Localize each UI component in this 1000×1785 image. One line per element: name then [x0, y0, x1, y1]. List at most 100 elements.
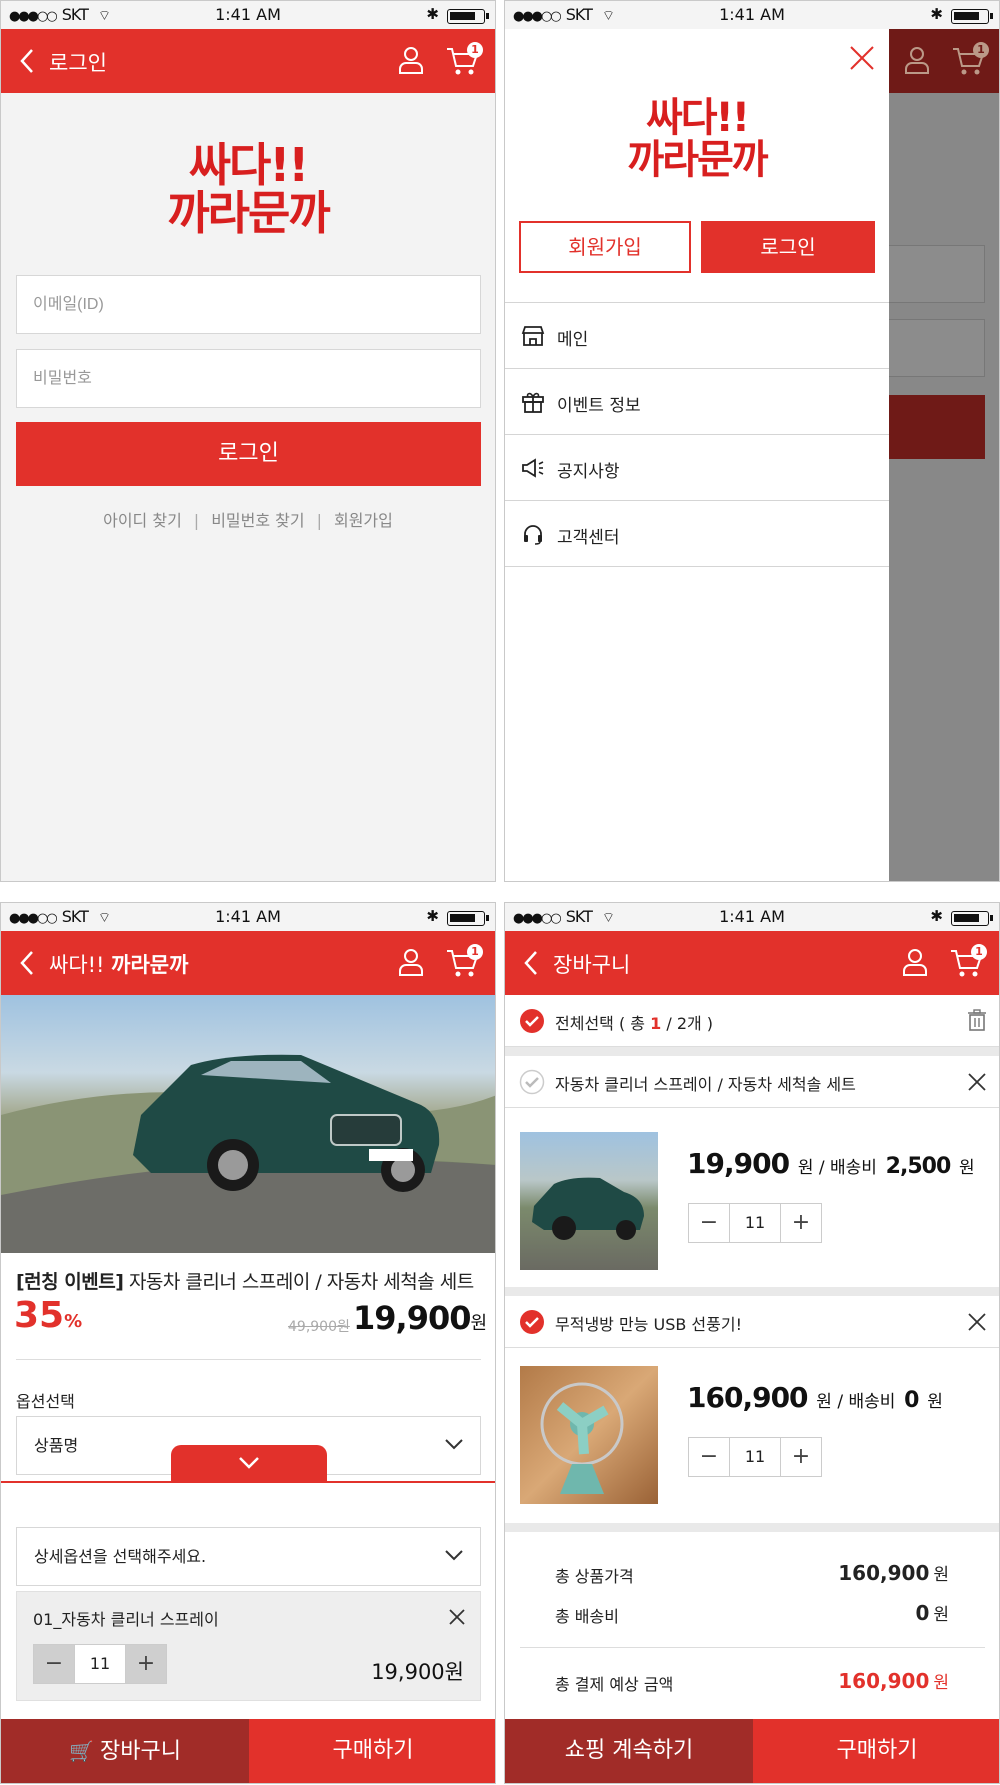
- discount-value: 35: [14, 1295, 65, 1336]
- quantity-value[interactable]: 11: [74, 1645, 126, 1683]
- checked-circle-icon[interactable]: [519, 1309, 545, 1335]
- menu-item-events[interactable]: 이벤트 정보: [505, 369, 889, 435]
- product-title: 자동차 클리너 스프레이 / 자동차 세척솔 세트: [128, 1271, 474, 1293]
- status-bar: ●●●○○ SKT ⌔ 1:41 AM ✱: [1, 1, 495, 29]
- bottom-action-bar: 🛒 장바구니 구매하기: [1, 1719, 495, 1783]
- quantity-stepper: − 11 +: [688, 1203, 822, 1243]
- sale-price: 19,900원: [353, 1299, 487, 1337]
- divider: [520, 1647, 985, 1648]
- menu-item-label: 이벤트 정보: [557, 396, 641, 416]
- increase-button[interactable]: +: [126, 1645, 166, 1683]
- chevron-down-icon: [239, 1457, 259, 1469]
- car-photo: [1, 1054, 495, 1253]
- sale-price-unit: 원: [470, 1313, 487, 1334]
- quantity-stepper: − 11 +: [688, 1437, 822, 1477]
- decrease-button[interactable]: −: [689, 1204, 729, 1242]
- menu-item-notice[interactable]: 공지사항: [505, 435, 889, 501]
- increase-button[interactable]: +: [781, 1438, 821, 1476]
- remove-item-icon[interactable]: [967, 1072, 987, 1092]
- unchecked-circle-icon[interactable]: [519, 1069, 545, 1095]
- quantity-value[interactable]: 11: [729, 1438, 781, 1476]
- page-title: 장바구니: [553, 953, 631, 977]
- detail-option-select[interactable]: 상세옵션을 선택해주세요.: [16, 1527, 481, 1586]
- product-total-value: 160,900: [838, 1561, 930, 1585]
- email-input[interactable]: 이메일(ID): [16, 275, 481, 334]
- cart-count-badge: 1: [971, 944, 987, 960]
- app-header: 로그인 1: [1, 29, 495, 93]
- cart-item-image[interactable]: [520, 1366, 658, 1504]
- battery-icon: [951, 9, 993, 24]
- detail-option-value: 상세옵션을 선택해주세요.: [34, 1547, 207, 1566]
- close-icon[interactable]: [847, 43, 877, 73]
- checkout-button[interactable]: 구매하기: [753, 1719, 999, 1783]
- status-bar: ●●●○○ SKT ⌔ 1:41 AM ✱: [505, 903, 999, 931]
- trash-icon[interactable]: [967, 1009, 987, 1031]
- chevron-down-icon: [445, 1550, 463, 1561]
- product-detail-screen: ●●●○○ SKT ⌔ 1:41 AM ✱ 싸다!! 까라문까 1 [런칭 이벤트]…: [0, 902, 496, 1784]
- checked-circle-icon[interactable]: [519, 1008, 545, 1034]
- login-body: 싸다!! 까라문까 이메일(ID) 비밀번호 로그인 아이디 찾기 | 비밀번호 찾…: [1, 93, 495, 881]
- option-panel-toggle[interactable]: [171, 1445, 327, 1481]
- signup-link[interactable]: 회원가입: [334, 511, 393, 530]
- back-arrow-icon[interactable]: [15, 47, 41, 75]
- product-total-label: 총 상품가격: [555, 1567, 634, 1586]
- side-menu-screen: ●●●○○ SKT ⌔ 1:41 AM ✱ 1 싸다!! 까라문까 회원가입 로그인…: [504, 0, 1000, 882]
- grand-total-value: 160,900: [838, 1669, 930, 1693]
- quantity-value[interactable]: 11: [729, 1204, 781, 1242]
- menu-item-label: 공지사항: [557, 462, 620, 482]
- cart-item-header: 무적냉방 만능 USB 선풍기!: [505, 1296, 999, 1348]
- fan-thumbnail: [540, 1382, 624, 1494]
- password-input[interactable]: 비밀번호: [16, 349, 481, 408]
- increase-button[interactable]: +: [781, 1204, 821, 1242]
- find-id-link[interactable]: 아이디 찾기: [103, 511, 182, 530]
- cart-icon: 🛒: [69, 1739, 94, 1763]
- decrease-button[interactable]: −: [689, 1438, 729, 1476]
- remove-option-icon[interactable]: [448, 1608, 466, 1626]
- product-name: [런칭 이벤트] 자동차 클리너 스프레이 / 자동차 세척솔 세트: [16, 1267, 474, 1294]
- car-thumbnail: [532, 1177, 644, 1240]
- megaphone-icon: [522, 458, 544, 478]
- user-icon[interactable]: [397, 947, 425, 977]
- find-password-link[interactable]: 비밀번호 찾기: [211, 511, 304, 530]
- login-button[interactable]: 로그인: [701, 221, 875, 273]
- decrease-button[interactable]: −: [34, 1645, 74, 1683]
- buy-now-button[interactable]: 구매하기: [249, 1719, 495, 1783]
- cart-count-badge: 1: [467, 944, 483, 960]
- menu-item-main[interactable]: 메인: [505, 303, 889, 369]
- remove-item-icon[interactable]: [967, 1312, 987, 1332]
- bluetooth-icon: ✱: [930, 5, 943, 23]
- battery-icon: [447, 911, 489, 926]
- cart-item-header: 자동차 클리너 스프레이 / 자동차 세척솔 세트: [505, 1056, 999, 1108]
- status-time: 1:41 AM: [719, 907, 785, 926]
- shipping-total-value: 0: [915, 1601, 930, 1625]
- brand-logo: 싸다!! 까라문까: [1, 141, 495, 238]
- bluetooth-icon: ✱: [426, 5, 439, 23]
- app-header: 싸다!! 까라문까 1: [1, 931, 495, 995]
- login-button[interactable]: 로그인: [16, 422, 481, 486]
- user-icon[interactable]: [397, 45, 425, 75]
- option-label: 옵션선택: [16, 1392, 75, 1411]
- link-separator: |: [193, 511, 200, 530]
- user-icon[interactable]: [901, 947, 929, 977]
- status-time: 1:41 AM: [719, 5, 785, 24]
- cart-count-badge: 1: [467, 42, 483, 58]
- title-bold: 까라문까: [111, 953, 189, 977]
- logo-line-2: 까라문까: [167, 186, 330, 241]
- cart-count-badge: 1: [973, 42, 989, 58]
- drawer-menu: 메인 이벤트 정보 공지사항 고객센터: [505, 302, 889, 567]
- back-arrow-icon[interactable]: [519, 949, 545, 977]
- back-arrow-icon[interactable]: [15, 949, 41, 977]
- signup-button[interactable]: 회원가입: [519, 221, 691, 273]
- page-title: 로그인: [49, 51, 107, 75]
- discount-rate: 35%: [14, 1295, 82, 1336]
- continue-shopping-button[interactable]: 쇼핑 계속하기: [505, 1719, 753, 1783]
- cart-item-image[interactable]: [520, 1132, 658, 1270]
- status-time: 1:41 AM: [215, 5, 281, 24]
- grand-total-label: 총 결제 예상 금액: [555, 1675, 674, 1694]
- cart-item-price: 160,900 원 / 배송비 0 원: [687, 1381, 943, 1414]
- page-title: 싸다!! 까라문까: [49, 949, 188, 979]
- shipping-total-row: 총 배송비 0원: [555, 1601, 949, 1626]
- menu-item-label: 고객센터: [557, 528, 620, 548]
- menu-item-support[interactable]: 고객센터: [505, 501, 889, 567]
- add-to-cart-button[interactable]: 🛒 장바구니: [1, 1719, 249, 1783]
